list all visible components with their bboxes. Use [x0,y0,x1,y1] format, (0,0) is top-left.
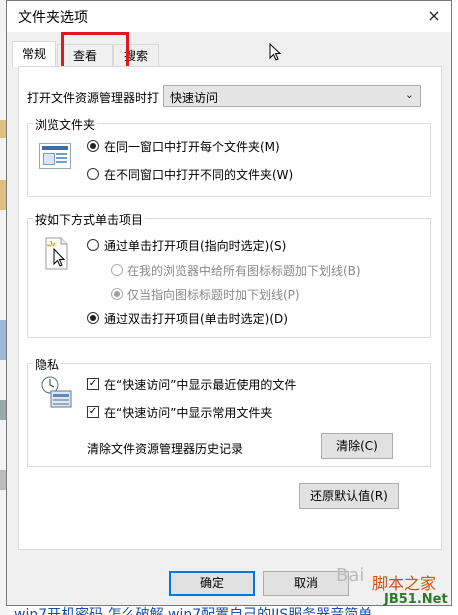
underline-browser-radio[interactable] [111,264,123,276]
double-click-radio[interactable] [87,312,99,324]
baidu-watermark: Bai [336,565,365,586]
window-icon [39,143,71,169]
click-cursor-icon [45,237,68,270]
chevron-down-icon: ⌄ [404,88,414,101]
recent-files-checkbox[interactable]: ✓ [87,378,99,390]
ok-button[interactable]: 确定 [169,571,255,596]
new-window-radio[interactable] [87,168,99,180]
frequent-folders-checkbox[interactable]: ✓ [87,406,99,418]
single-click-label: 通过单击打开项目(指向时选定)(S) [104,239,287,253]
underline-browser-label: 在我的浏览器中给所有图标标题加下划线(B) [127,264,361,278]
same-window-radio[interactable] [87,140,99,152]
single-click-radio[interactable] [87,239,99,251]
general-tab-panel: 打开文件资源管理器时打 快速访问 ⌄ 浏览文件夹 在同一窗口中打开每个文件夹(M… [18,66,442,550]
background-link-text: …win7开机密码 怎么破解 win7配置自己的IIS服务器音简单 [0,607,373,615]
restore-defaults-button[interactable]: 还原默认值(R) [299,483,399,509]
title-bar: 文件夹选项 × [7,1,451,32]
close-icon[interactable]: × [421,4,447,28]
tab-general[interactable]: 常规 [12,41,56,67]
open-explorer-value: 快速访问 [170,91,219,105]
clear-history-label: 清除文件资源管理器历史记录 [87,442,244,456]
open-explorer-dropdown[interactable]: 快速访问 ⌄ [163,85,421,107]
dialog-title: 文件夹选项 [18,10,88,26]
same-window-label: 在同一窗口中打开每个文件夹(M) [104,140,280,154]
folder-options-dialog: 文件夹选项 × 常规 查看 搜索 打开文件资源管理器时打 快速访问 ⌄ 浏览文件… [6,0,452,606]
privacy-icon [41,376,72,408]
recent-files-label: 在“快速访问”中显示最近使用的文件 [104,378,297,392]
clear-history-button[interactable]: 清除(C) [321,433,393,459]
click-items-title: 按如下方式单击项目 [33,211,146,228]
mouse-cursor-icon [269,43,282,61]
browse-folders-group [27,123,431,197]
underline-hover-radio[interactable] [111,288,123,300]
site-watermark-cn: 脚本之家 [372,574,437,593]
privacy-title: 隐私 [33,356,62,373]
double-click-label: 通过双击打开项目(单击时选定)(D) [104,312,288,326]
browse-folders-title: 浏览文件夹 [33,116,98,133]
frequent-folders-label: 在“快速访问”中显示常用文件夹 [104,406,273,420]
open-explorer-label: 打开文件资源管理器时打 [27,91,160,105]
new-window-label: 在不同窗口中打开不同的文件夹(W) [104,168,294,182]
underline-hover-label: 仅当指向图标标题时加下划线(P) [127,288,300,302]
